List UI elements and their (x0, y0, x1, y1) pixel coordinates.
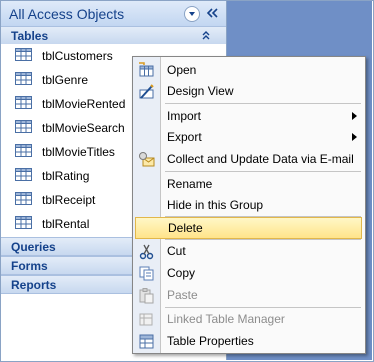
table-item-label: tblReceipt (42, 193, 96, 207)
table-properties-icon (139, 334, 154, 349)
menu-item-import[interactable]: Import (133, 105, 365, 127)
nav-title: All Access Objects (9, 6, 125, 22)
menu-item-table-properties[interactable]: Table Properties (133, 330, 365, 352)
table-icon (15, 216, 32, 229)
group-label-reports: Reports (11, 278, 57, 292)
menu-label-paste: Paste (167, 288, 198, 302)
menu-label-import: Import (167, 109, 202, 123)
table-icon (15, 168, 32, 181)
menu-label-hide-in-group: Hide in this Group (167, 198, 264, 212)
table-icon (15, 96, 32, 109)
collapse-icon[interactable] (200, 29, 212, 41)
submenu-arrow-icon (352, 133, 357, 141)
menu-label-collect-update-email: Collect and Update Data via E-mail (167, 152, 354, 166)
submenu-arrow-icon (352, 112, 357, 120)
menu-item-design-view[interactable]: Design View (133, 80, 365, 102)
menu-label-copy: Copy (167, 266, 196, 280)
menu-item-cut[interactable]: Cut (133, 240, 365, 262)
table-item-label: tblMovieRented (42, 97, 126, 111)
table-item-label: tblMovieSearch (42, 121, 125, 135)
table-item-label: tblCustomers (42, 49, 113, 63)
menu-label-linked-table-manager: Linked Table Manager (167, 312, 285, 326)
group-label-queries: Queries (11, 240, 56, 254)
menu-separator (165, 171, 361, 172)
design-view-icon (139, 84, 154, 99)
menu-label-design-view: Design View (167, 84, 234, 98)
collect-data-email-icon (139, 152, 155, 167)
shutter-bar-close-icon[interactable] (205, 6, 221, 20)
menu-item-open[interactable]: Open (133, 59, 365, 81)
menu-item-export[interactable]: Export (133, 126, 365, 148)
context-menu: Open Design View Import Export Collect a… (132, 56, 366, 354)
menu-label-rename: Rename (167, 177, 213, 191)
table-item-label: tblGenre (42, 73, 89, 87)
table-icon (15, 144, 32, 157)
menu-label-cut: Cut (167, 244, 186, 258)
group-label-forms: Forms (11, 259, 48, 273)
linked-table-manager-icon (139, 313, 153, 326)
table-icon (15, 72, 32, 85)
group-header-tables[interactable]: Tables (1, 26, 226, 45)
menu-item-hide-in-group[interactable]: Hide in this Group (133, 194, 365, 216)
menu-item-paste[interactable]: Paste (133, 284, 365, 306)
nav-header[interactable]: All Access Objects (1, 1, 226, 27)
open-table-icon (139, 62, 154, 77)
table-item-label: tblMovieTitles (42, 145, 115, 159)
group-label-tables: Tables (11, 29, 49, 43)
menu-item-rename[interactable]: Rename (133, 173, 365, 195)
menu-item-copy[interactable]: Copy (133, 262, 365, 284)
copy-icon (139, 266, 154, 281)
table-icon (15, 120, 32, 133)
table-icon (15, 192, 32, 205)
table-item-label: tblRating (42, 169, 90, 183)
chevron-down-icon[interactable] (184, 6, 200, 22)
menu-label-delete: Delete (168, 221, 203, 235)
scissors-icon (139, 244, 154, 260)
menu-label-table-properties: Table Properties (167, 334, 254, 348)
table-icon (15, 48, 32, 61)
menu-label-open: Open (167, 63, 197, 77)
table-item-label: tblRental (42, 217, 90, 231)
menu-item-linked-table-manager[interactable]: Linked Table Manager (133, 308, 365, 330)
menu-item-collect-update-email[interactable]: Collect and Update Data via E-mail (133, 148, 365, 170)
menu-label-export: Export (167, 130, 202, 144)
menu-item-delete[interactable]: Delete (135, 217, 362, 239)
paste-icon (139, 288, 154, 304)
menu-separator (165, 103, 361, 104)
